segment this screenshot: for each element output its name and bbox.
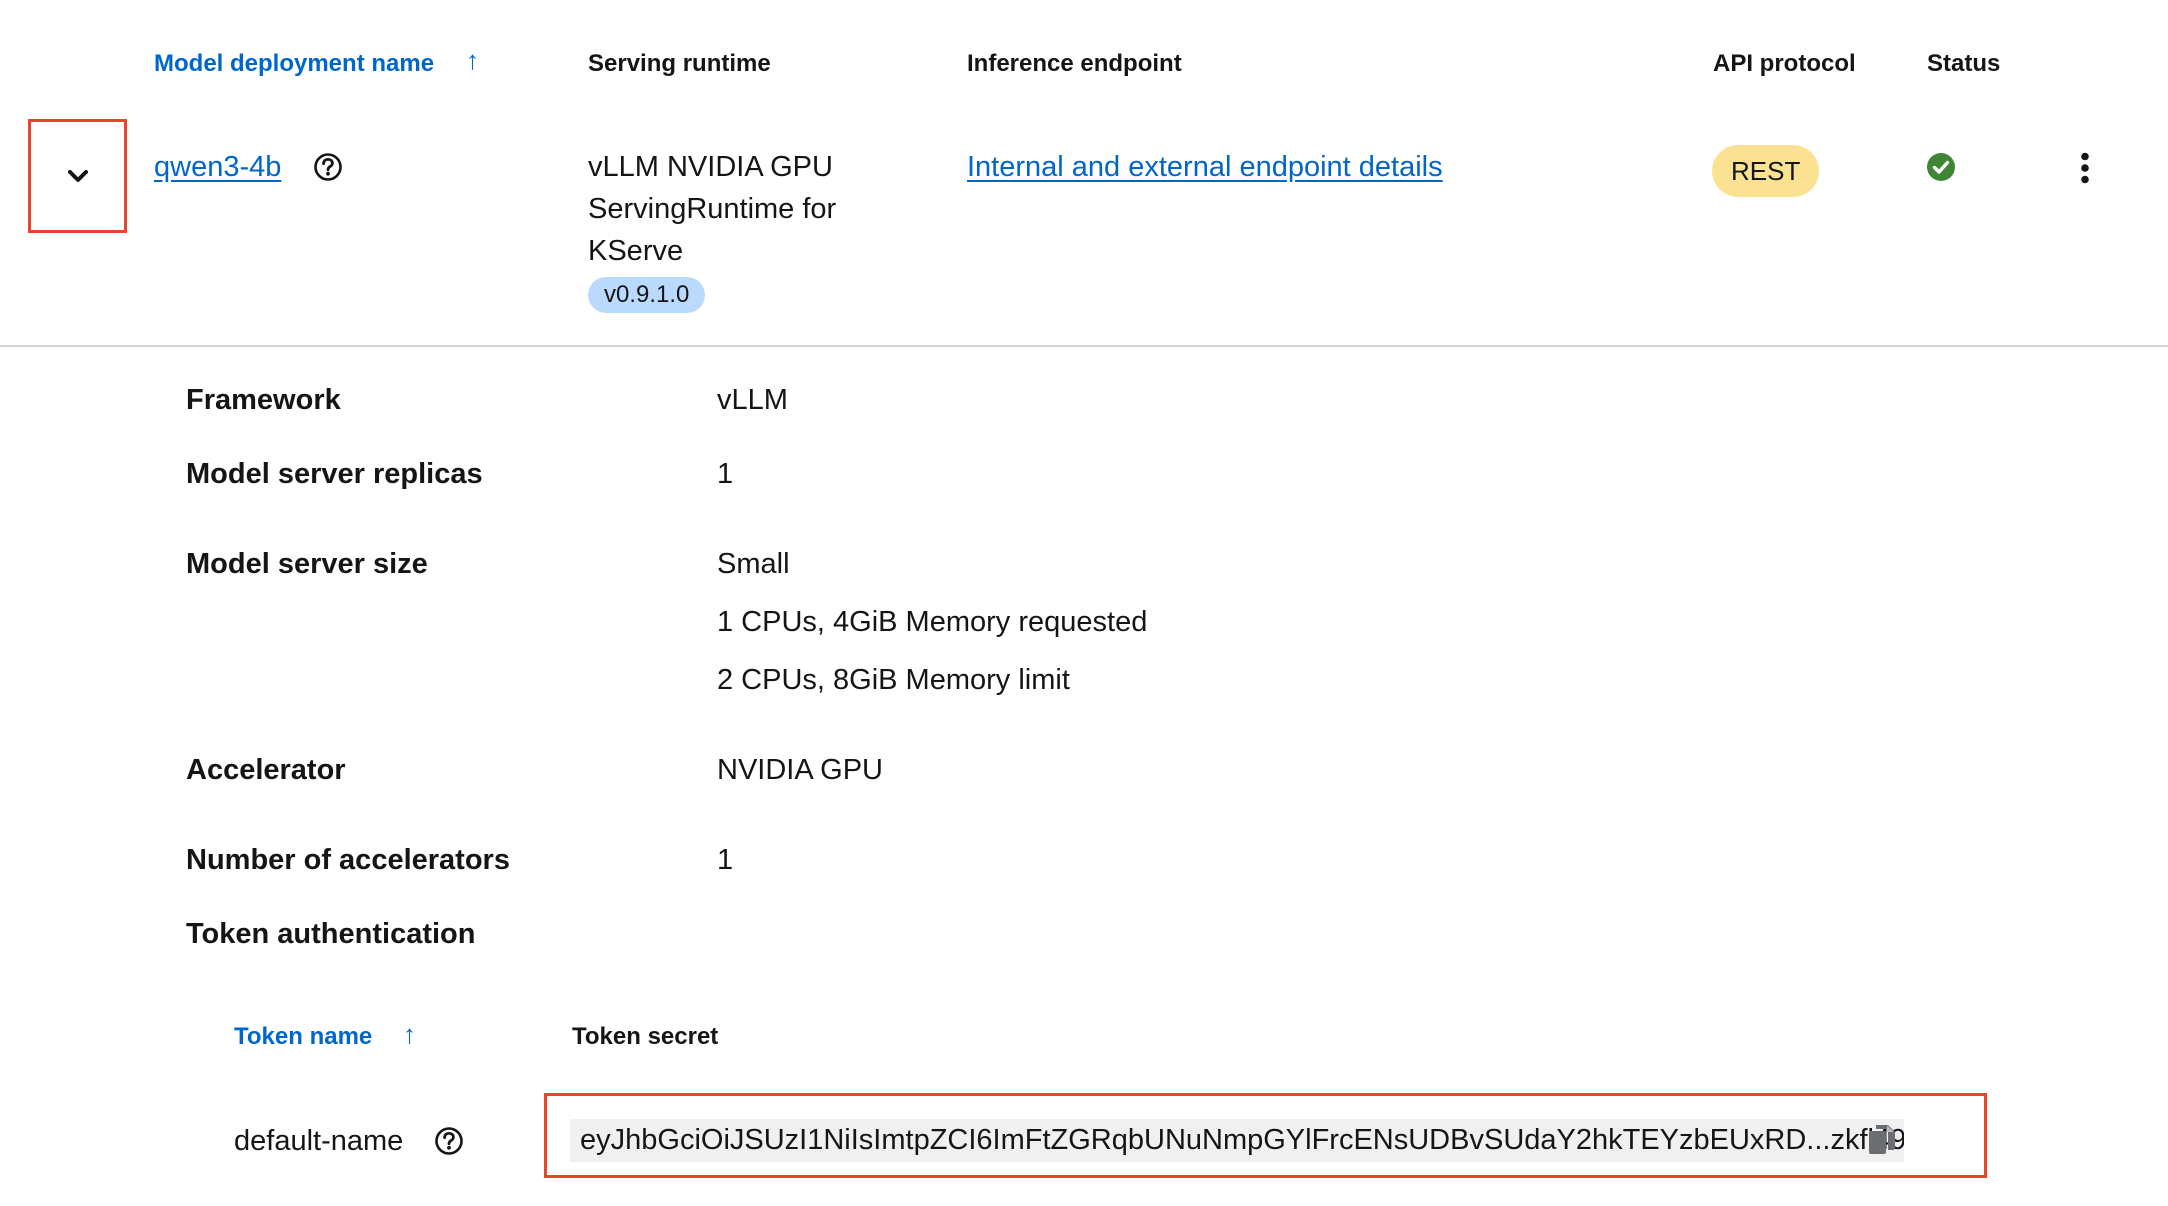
column-header-label: Token name [234, 1023, 373, 1050]
sort-ascending-icon[interactable]: ↑ [466, 45, 479, 76]
token-secret-value: eyJhbGciOiJSUzI1NiIsImtpZCI6ImFtZGRqbUNu… [580, 1124, 1904, 1156]
num-accelerators-value: 1 [717, 844, 734, 876]
framework-label: Framework [186, 384, 341, 416]
serving-runtime-line: KServe [588, 235, 684, 267]
column-header-status: Status [1927, 50, 2001, 77]
token-authentication-label: Token authentication [186, 918, 476, 950]
serving-runtime-line: ServingRuntime for [588, 193, 837, 225]
column-header-inference-endpoint: Inference endpoint [967, 50, 1182, 77]
sort-ascending-icon[interactable]: ↑ [403, 1019, 416, 1050]
column-header-label: Model deployment name [154, 50, 435, 77]
column-header-serving-runtime: Serving runtime [588, 50, 771, 77]
server-size-label: Model server size [186, 548, 428, 580]
check-circle-icon [1927, 153, 1955, 181]
column-header-model-deployment-name[interactable]: Model deployment name [154, 50, 434, 78]
framework-value: vLLM [717, 384, 788, 416]
chevron-down-icon [67, 170, 88, 182]
row-divider [0, 345, 2168, 347]
num-accelerators-label: Number of accelerators [186, 844, 510, 876]
token-secret-field[interactable]: eyJhbGciOiJSUzI1NiIsImtpZCI6ImFtZGRqbUNu… [570, 1119, 1904, 1162]
column-header-token-name[interactable]: Token name [234, 1023, 372, 1051]
serving-runtime-line: vLLM NVIDIA GPU [588, 151, 833, 183]
help-icon[interactable] [434, 1126, 464, 1156]
endpoint-details-link[interactable]: Internal and external endpoint details [967, 146, 1443, 188]
help-icon[interactable] [313, 152, 343, 182]
runtime-version-badge: v0.9.1.0 [588, 277, 706, 313]
kebab-menu-icon[interactable] [2079, 152, 2091, 184]
column-header-token-secret: Token secret [572, 1023, 719, 1050]
replicas-value: 1 [717, 458, 734, 490]
copy-icon[interactable] [1868, 1124, 1896, 1156]
api-protocol-badge: REST [1712, 145, 1820, 197]
column-header-api-protocol: API protocol [1713, 50, 1856, 77]
token-name: default-name [234, 1125, 404, 1157]
server-size-requested: 1 CPUs, 4GiB Memory requested [717, 606, 1148, 638]
model-name-link[interactable]: qwen3-4b [154, 146, 281, 188]
replicas-label: Model server replicas [186, 458, 483, 490]
accelerator-value: NVIDIA GPU [717, 754, 883, 786]
server-size-limit: 2 CPUs, 8GiB Memory limit [717, 664, 1070, 696]
accelerator-label: Accelerator [186, 754, 346, 786]
row-expand-toggle[interactable] [28, 119, 127, 233]
server-size-value: Small [717, 548, 790, 580]
